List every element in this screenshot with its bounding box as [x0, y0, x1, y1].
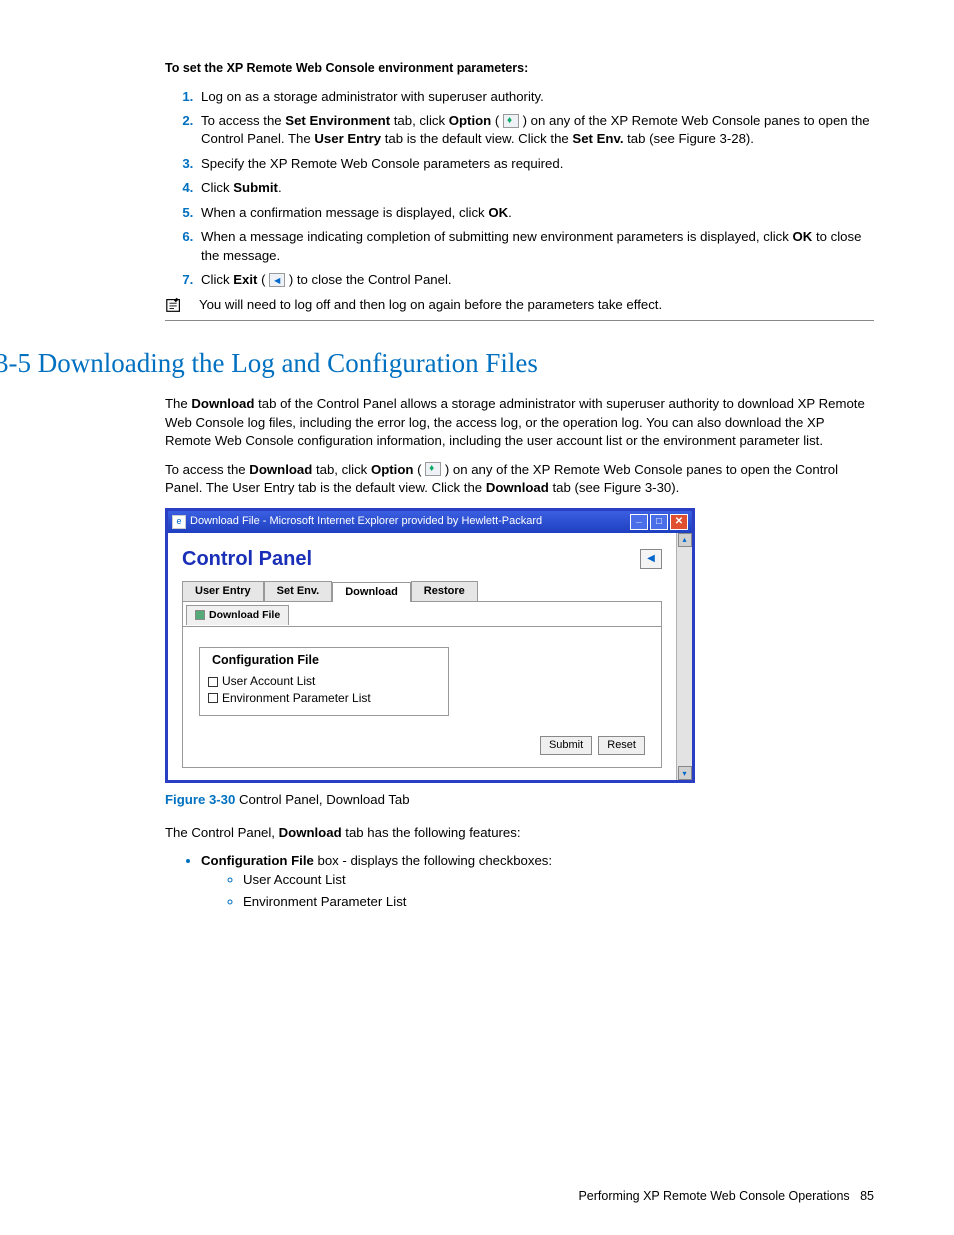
step-4: Click Submit.: [197, 179, 874, 197]
step-1: Log on as a storage administrator with s…: [197, 88, 874, 106]
paragraph-2: To access the Download tab, click Option…: [165, 461, 874, 498]
paragraph-1: The Download tab of the Control Panel al…: [165, 395, 874, 450]
steps-list: Log on as a storage administrator with s…: [165, 88, 874, 290]
scroll-down-icon[interactable]: ▾: [678, 766, 692, 780]
step-6: When a message indicating completion of …: [197, 228, 874, 265]
note-row: You will need to log off and then log on…: [165, 296, 874, 321]
feature-bullets: Configuration File box - displays the fo…: [165, 852, 874, 911]
checkbox-icon: [208, 677, 218, 687]
tab-restore[interactable]: Restore: [411, 581, 478, 601]
window-titlebar: e Download File - Microsoft Internet Exp…: [168, 511, 692, 533]
page-footer: Performing XP Remote Web Console Operati…: [578, 1188, 874, 1206]
scrollbar[interactable]: ▴ ▾: [676, 533, 692, 781]
sub-bullet-user-account: User Account List: [243, 871, 874, 889]
screenshot-window: e Download File - Microsoft Internet Exp…: [165, 508, 695, 784]
tab-download[interactable]: Download: [332, 582, 411, 602]
reset-button[interactable]: Reset: [598, 736, 645, 755]
figure-caption: Figure 3-30 Control Panel, Download Tab: [165, 791, 874, 809]
checkbox-icon: [208, 693, 218, 703]
note-text: You will need to log off and then log on…: [199, 296, 662, 314]
tab-set-env[interactable]: Set Env.: [264, 581, 333, 601]
step-2: To access the Set Environment tab, click…: [197, 112, 874, 149]
exit-icon: [269, 273, 285, 287]
step-text: Log on as a storage administrator with s…: [201, 89, 544, 104]
ie-icon: e: [172, 515, 186, 529]
close-button[interactable]: [670, 514, 688, 530]
paragraph-3: The Control Panel, Download tab has the …: [165, 824, 874, 842]
option-icon: [503, 114, 519, 128]
panel-title: Control Panel: [182, 545, 312, 573]
checkbox-user-account-list[interactable]: User Account List: [208, 673, 440, 690]
step-7: Click Exit ( ) to close the Control Pane…: [197, 271, 874, 289]
configuration-file-box: Configuration File User Account List Env…: [199, 647, 449, 716]
step-3: Specify the XP Remote Web Console parame…: [197, 155, 874, 173]
intro-heading: To set the XP Remote Web Console environ…: [165, 60, 874, 78]
submit-button[interactable]: Submit: [540, 736, 592, 755]
option-icon: [425, 462, 441, 476]
section-heading: 3-5 Downloading the Log and Configuratio…: [0, 345, 874, 383]
subtab-icon: [195, 610, 205, 620]
bullet-config-file: Configuration File box - displays the fo…: [201, 852, 874, 911]
window-title: Download File - Microsoft Internet Explo…: [190, 514, 630, 529]
tab-bar: User Entry Set Env. Download Restore: [182, 581, 662, 601]
note-icon: [165, 296, 183, 314]
minimize-button[interactable]: [630, 514, 648, 530]
checkbox-env-param-list[interactable]: Environment Parameter List: [208, 690, 440, 707]
exit-button[interactable]: ◀: [640, 549, 662, 569]
tab-user-entry[interactable]: User Entry: [182, 581, 264, 601]
scroll-up-icon[interactable]: ▴: [678, 533, 692, 547]
maximize-button[interactable]: [650, 514, 668, 530]
cfg-legend: Configuration File: [208, 652, 323, 670]
subtab-download-file[interactable]: Download File: [186, 605, 289, 625]
step-5: When a confirmation message is displayed…: [197, 204, 874, 222]
sub-bullet-env-param: Environment Parameter List: [243, 893, 874, 911]
